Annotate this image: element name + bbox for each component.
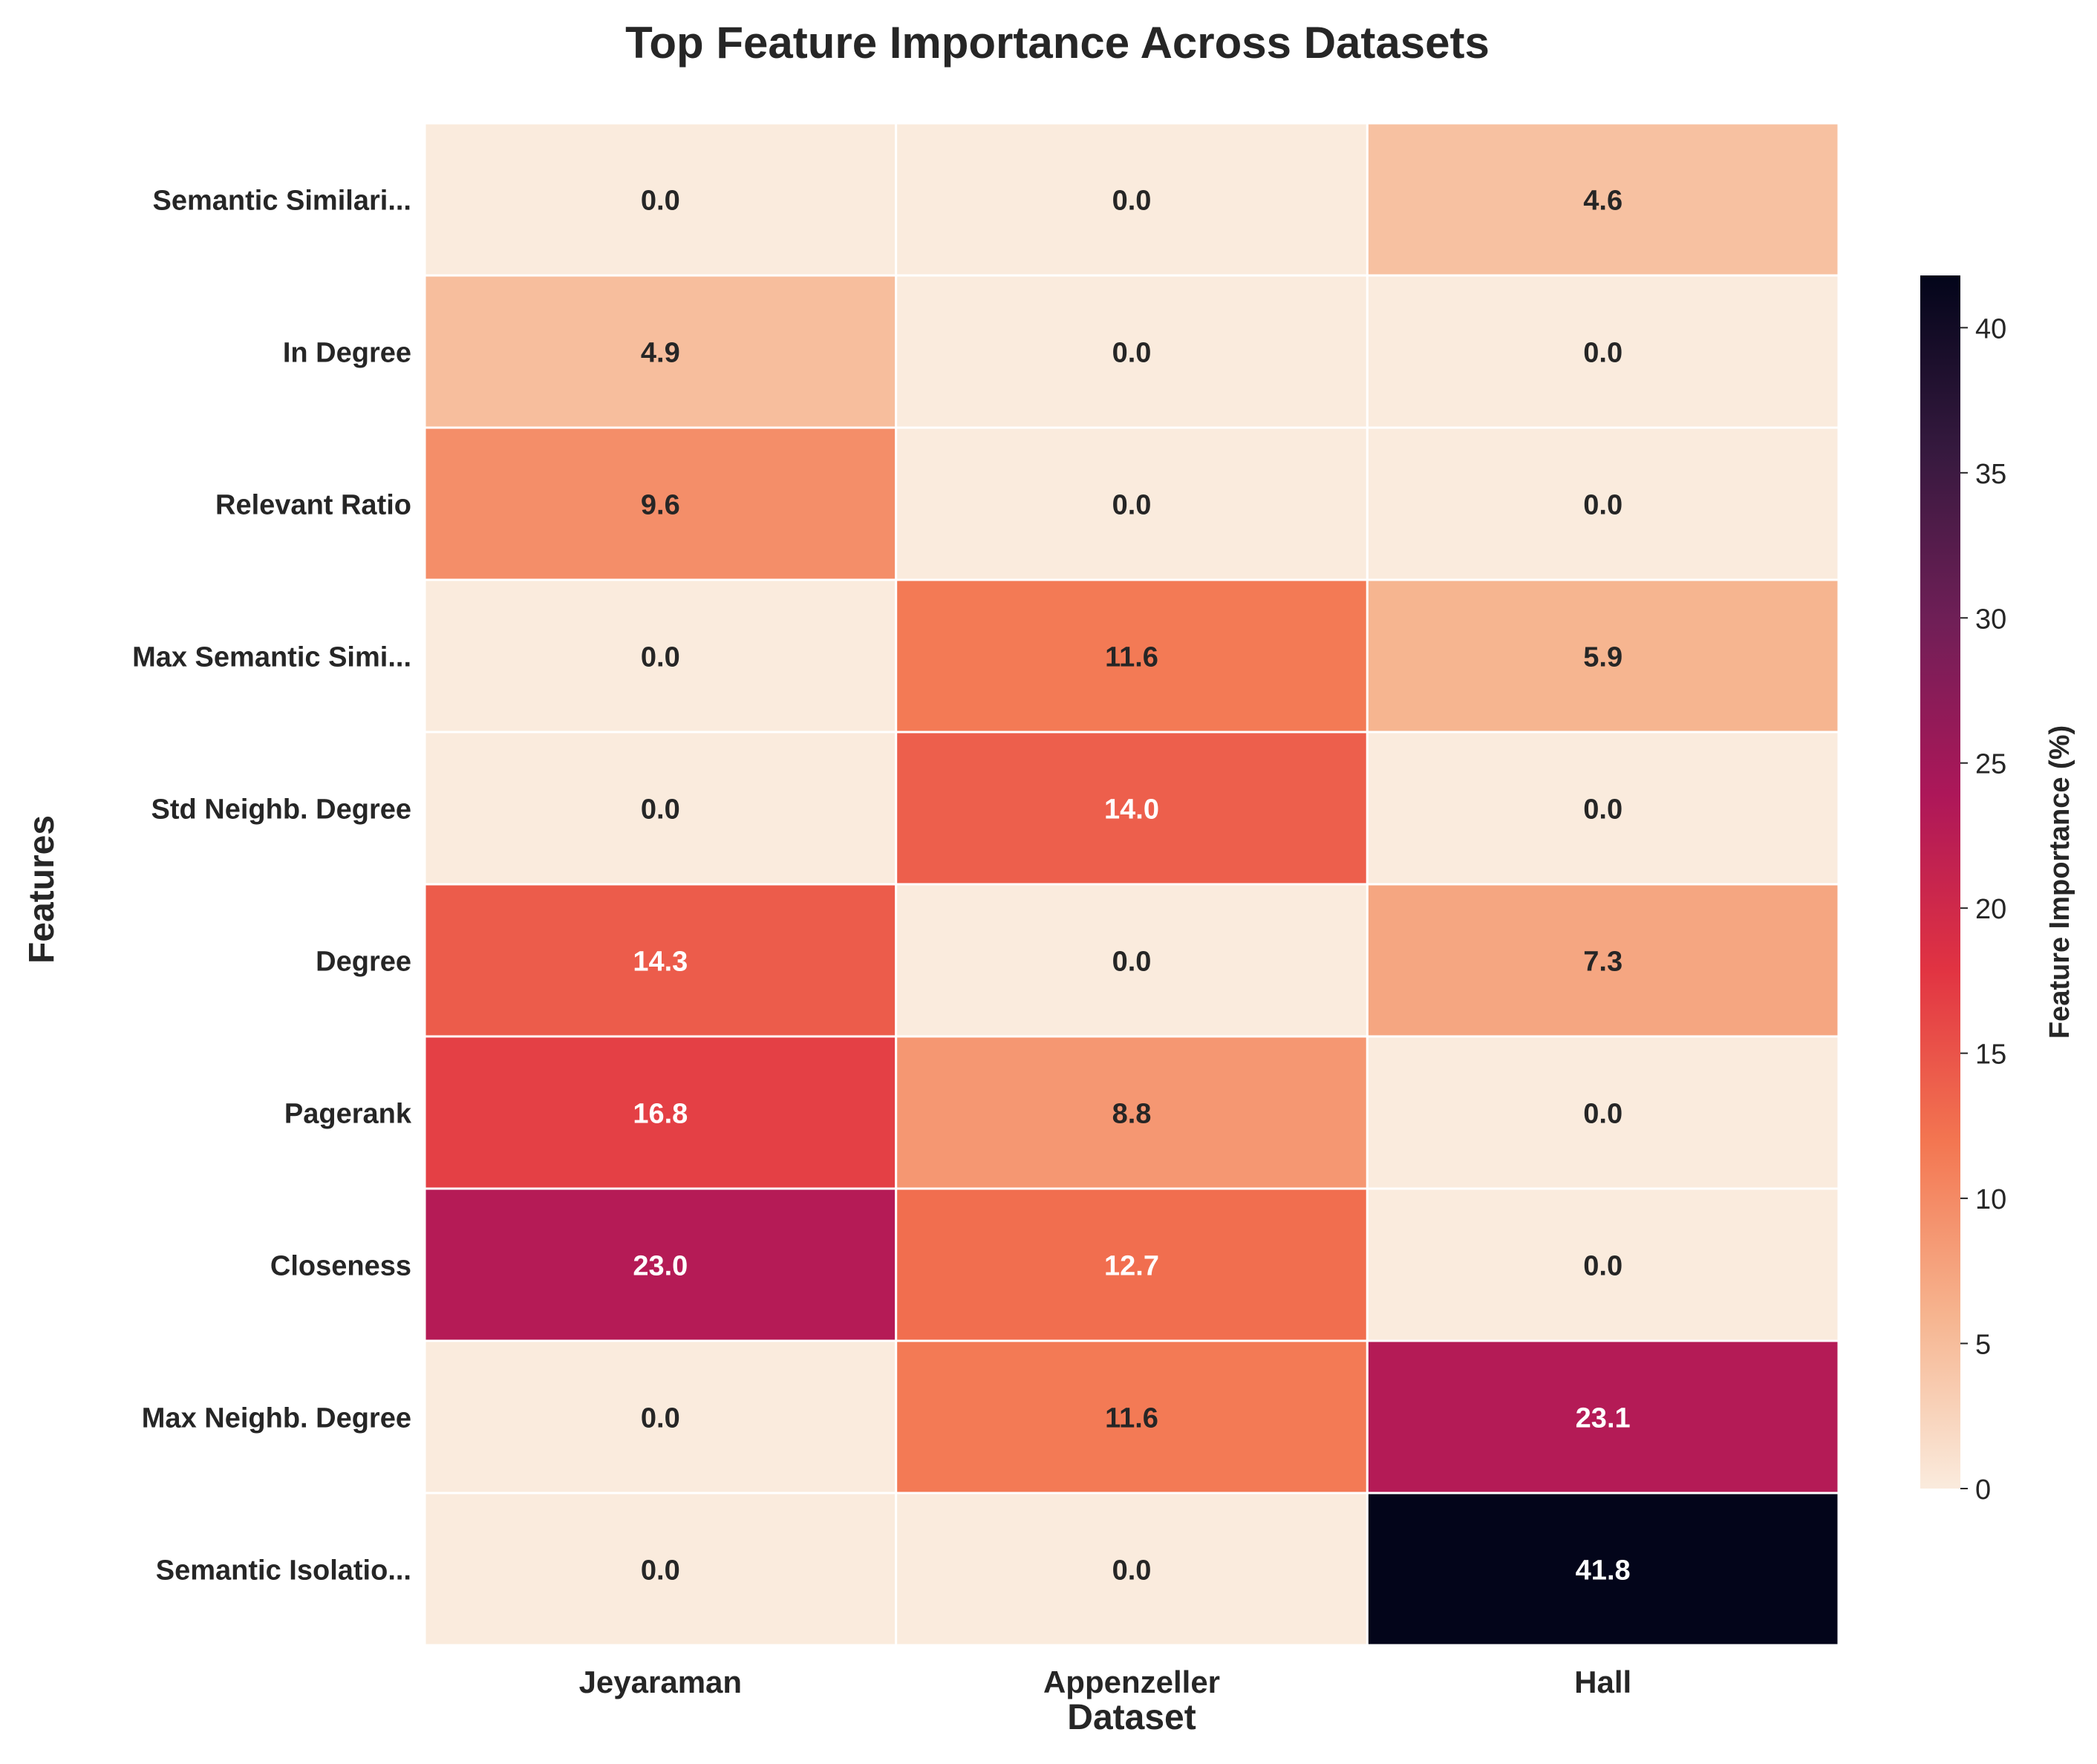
colorbar-tick-label: 40 — [1975, 313, 2006, 344]
cell-value-label: 14.0 — [1104, 794, 1159, 826]
colorbar-tick-label: 20 — [1975, 894, 2006, 925]
cell-value-label: 16.8 — [633, 1099, 688, 1130]
y-tick-label: Semantic Isolatio... — [156, 1555, 411, 1587]
x-tick-label: Appenzeller — [1043, 1665, 1220, 1699]
cell-value-label: 8.8 — [1112, 1099, 1152, 1130]
cell-value-label: 0.0 — [641, 186, 680, 217]
cell-value-label: 0.0 — [1112, 1555, 1152, 1587]
colorbar-tick-label: 25 — [1975, 749, 2006, 780]
cell-value-label: 41.8 — [1576, 1555, 1631, 1587]
colorbar-tick-label: 30 — [1975, 604, 2006, 635]
cell-value-label: 0.0 — [1112, 490, 1152, 521]
y-tick-label: Closeness — [270, 1251, 411, 1282]
y-axis-title: Features — [22, 815, 62, 964]
cell-value-label: 0.0 — [641, 794, 680, 826]
cell-value-label: 11.6 — [1105, 1403, 1158, 1434]
cell-value-label: 0.0 — [1112, 947, 1152, 978]
colorbar-label: Feature Importance (%) — [2044, 725, 2075, 1039]
y-tick-label: In Degree — [283, 338, 411, 369]
chart-title: Top Feature Importance Across Datasets — [625, 18, 1490, 68]
cell-value-label: 7.3 — [1583, 947, 1623, 978]
cell-value-label: 12.7 — [1104, 1251, 1159, 1282]
cell-value-label: 4.9 — [641, 338, 680, 369]
x-axis-title: Dataset — [1067, 1698, 1196, 1737]
colorbar-tick-label: 35 — [1975, 459, 2006, 490]
y-tick-label: Max Neighb. Degree — [142, 1403, 411, 1434]
cell-value-label: 0.0 — [1583, 794, 1623, 826]
heatmap-svg: Top Feature Importance Across Datasets 0… — [22, 18, 2075, 1737]
cell-value-label: 0.0 — [1112, 186, 1152, 217]
y-tick-label: Degree — [316, 947, 411, 978]
x-tick-label: Hall — [1574, 1665, 1631, 1699]
cell-value-label: 4.6 — [1583, 186, 1623, 217]
colorbar-tick-label: 5 — [1975, 1330, 1991, 1361]
colorbar: 0 5 10 15 20 25 30 35 40 Feature Importance (%) — [1920, 275, 2075, 1506]
cell-value-label: 0.0 — [1583, 338, 1623, 369]
cell-value-label: 0.0 — [1112, 338, 1152, 369]
colorbar-tick-label: 0 — [1975, 1474, 1991, 1506]
y-tick-label: Relevant Ratio — [215, 490, 411, 521]
cell-value-label: 9.6 — [641, 490, 680, 521]
cell-value-label: 0.0 — [1583, 490, 1623, 521]
cell-value-label: 14.3 — [633, 947, 688, 978]
cell-value-label: 23.0 — [633, 1251, 688, 1282]
colorbar-gradient — [1920, 275, 1960, 1489]
y-axis-tick-labels: Semantic Similari... In Degree Relevant Ra… — [132, 186, 412, 1587]
colorbar-ticks: 0 5 10 15 20 25 30 35 40 — [1960, 313, 2006, 1506]
cell-value-label: 5.9 — [1583, 642, 1623, 673]
cell-value-label: 0.0 — [641, 1555, 680, 1587]
cell-value-label: 0.0 — [1583, 1251, 1623, 1282]
cell-value-label: 0.0 — [1583, 1099, 1623, 1130]
heatmap-chart: Top Feature Importance Across Datasets 0… — [0, 0, 2097, 1760]
cell-value-label: 0.0 — [641, 642, 680, 673]
x-axis-tick-labels: Jeyaraman Appenzeller Hall — [579, 1665, 1632, 1699]
colorbar-tick-label: 15 — [1975, 1039, 2006, 1071]
y-tick-label: Max Semantic Simi... — [132, 642, 411, 673]
y-tick-label: Pagerank — [284, 1099, 412, 1130]
y-tick-label: Std Neighb. Degree — [151, 794, 412, 826]
x-tick-label: Jeyaraman — [579, 1665, 743, 1699]
cell-value-label: 11.6 — [1105, 642, 1158, 673]
y-tick-label: Semantic Similari... — [153, 186, 411, 217]
colorbar-tick-label: 10 — [1975, 1184, 2006, 1215]
cell-value-label: 0.0 — [641, 1403, 680, 1434]
cell-value-label: 23.1 — [1576, 1403, 1631, 1434]
